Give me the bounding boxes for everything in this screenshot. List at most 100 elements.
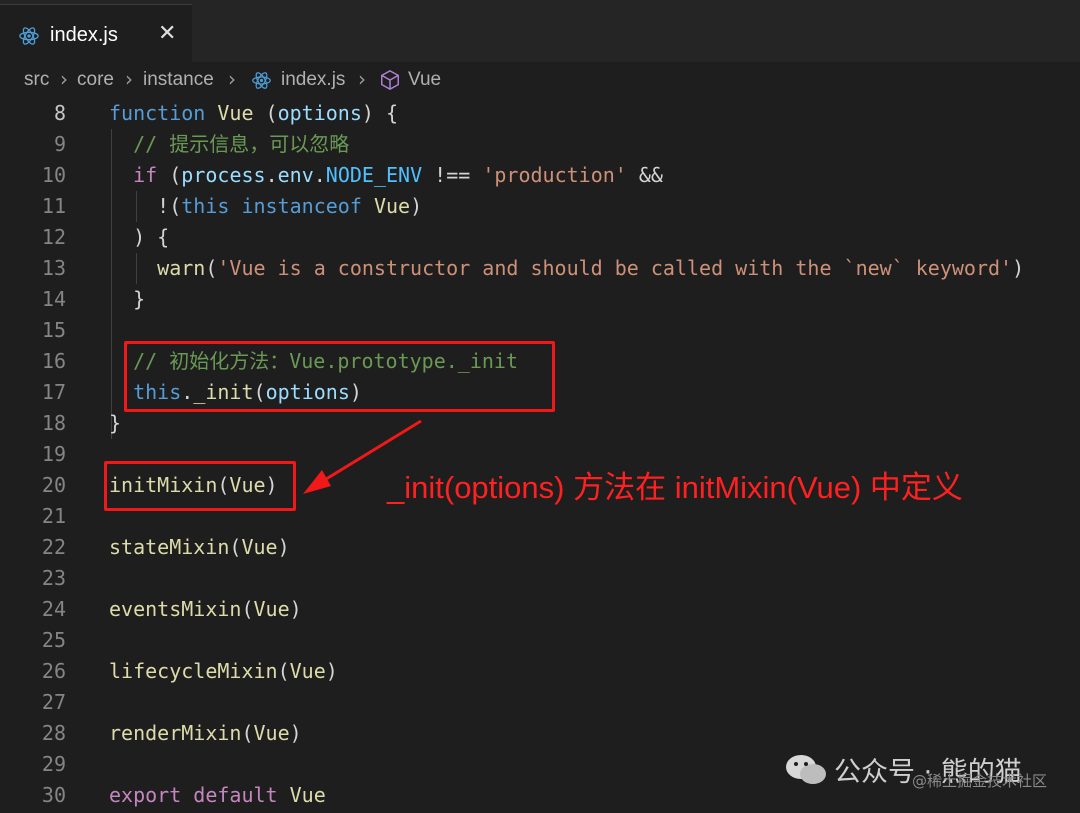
code-token: Vue xyxy=(289,659,326,683)
code-line[interactable]: 12 ) { xyxy=(0,222,1080,253)
code-line[interactable]: 18} xyxy=(0,408,1080,439)
code-token: env xyxy=(277,163,314,187)
chevron-right-icon: › xyxy=(60,67,68,91)
react-icon xyxy=(19,27,39,45)
close-icon[interactable]: ✕ xyxy=(158,21,176,46)
code-line[interactable]: 22 stateMixin(Vue) xyxy=(0,532,1080,563)
code-token: ) { xyxy=(109,225,170,249)
code-text: warn('Vue is a constructor and should be… xyxy=(109,253,1024,284)
code-token: ( xyxy=(229,535,242,559)
code-text: renderMixin(Vue) xyxy=(109,718,302,749)
code-line[interactable]: 25 xyxy=(0,625,1080,656)
line-number: 15 xyxy=(41,318,66,342)
line-number: 19 xyxy=(41,442,66,466)
line-number: 28 xyxy=(41,721,66,745)
code-token: ) xyxy=(277,535,290,559)
code-line[interactable]: 23 xyxy=(0,563,1080,594)
line-number: 14 xyxy=(41,287,66,311)
wechat-icon xyxy=(786,755,826,784)
code-text: if (process.env.NODE_ENV !== 'production… xyxy=(109,160,663,191)
line-number: 9 xyxy=(53,132,66,156)
breadcrumb-item-file[interactable]: index.js xyxy=(281,69,345,91)
line-number: 20 xyxy=(41,473,66,497)
line-number: 11 xyxy=(41,194,66,218)
code-line[interactable]: 11 !(this instanceof Vue) xyxy=(0,191,1080,222)
code-token: if xyxy=(133,163,158,187)
code-token: 'production' xyxy=(482,163,627,187)
code-token: Vue xyxy=(253,597,290,621)
code-token: !( xyxy=(109,194,182,218)
annotation-text: _init(options) 方法在 initMixin(Vue) 中定义 xyxy=(387,470,963,505)
breadcrumb-item-src[interactable]: src xyxy=(24,69,49,91)
code-token: ( xyxy=(241,597,254,621)
code-token: Vue xyxy=(289,783,326,807)
code-line[interactable]: 8 function Vue (options) { xyxy=(0,98,1080,129)
tab-index-js[interactable]: index.js ✕ xyxy=(0,4,192,63)
line-number: 29 xyxy=(41,752,66,776)
code-line[interactable]: 10 if (process.env.NODE_ENV !== 'product… xyxy=(0,160,1080,191)
code-line[interactable]: 13 warn('Vue is a constructor and should… xyxy=(0,253,1080,284)
watermark-subtext: @稀土掘金技术社区 xyxy=(912,772,1048,790)
line-number: 22 xyxy=(41,535,66,559)
line-number: 24 xyxy=(41,597,66,621)
code-token: . xyxy=(265,163,278,187)
code-line[interactable]: 14 } xyxy=(0,284,1080,315)
code-text: } xyxy=(109,284,145,315)
code-token: 'Vue is a constructor and should be call… xyxy=(217,256,1013,280)
code-text: // 提示信息，可以忽略 xyxy=(109,129,349,160)
code-text: function Vue (options) { xyxy=(109,98,398,129)
code-token: ) xyxy=(410,194,423,218)
code-line[interactable]: 27 xyxy=(0,687,1080,718)
line-number: 12 xyxy=(41,225,66,249)
breadcrumb: src › core › instance › index.js › Vue xyxy=(0,62,1080,100)
code-token: NODE_ENV xyxy=(325,163,423,187)
code-token: ( xyxy=(205,256,218,280)
code-line[interactable]: 9 // 提示信息，可以忽略 xyxy=(0,129,1080,160)
tab-label: index.js xyxy=(50,24,118,46)
code-line[interactable]: 24 eventsMixin(Vue) xyxy=(0,594,1080,625)
code-line[interactable]: 28 renderMixin(Vue) xyxy=(0,718,1080,749)
breadcrumb-item-core[interactable]: core xyxy=(77,69,114,91)
code-token: warn xyxy=(157,256,206,280)
line-number: 27 xyxy=(41,690,66,714)
code-token: Vue xyxy=(217,101,254,125)
code-line[interactable]: 26 lifecycleMixin(Vue) xyxy=(0,656,1080,687)
code-token: options xyxy=(277,101,362,125)
code-token: ) xyxy=(289,597,302,621)
line-number: 30 xyxy=(41,783,66,807)
line-number: 18 xyxy=(41,411,66,435)
line-number: 16 xyxy=(41,349,66,373)
code-text: ) { xyxy=(109,222,169,253)
code-token: . xyxy=(313,163,326,187)
code-token: && xyxy=(626,163,663,187)
line-number: 25 xyxy=(41,628,66,652)
code-token: ) xyxy=(289,721,302,745)
code-text: !(this instanceof Vue) xyxy=(109,191,422,222)
cube-icon xyxy=(381,69,399,91)
breadcrumb-item-instance[interactable]: instance xyxy=(143,69,214,91)
line-number: 21 xyxy=(41,504,66,528)
code-token: this xyxy=(181,194,230,218)
line-number: 8 xyxy=(53,101,66,125)
line-number: 23 xyxy=(41,566,66,590)
code-token: ) xyxy=(1012,256,1025,280)
code-editor[interactable]: 8 function Vue (options) {9 // 提示信息，可以忽略 1… xyxy=(0,98,1080,813)
chevron-right-icon: › xyxy=(358,67,366,91)
code-token: export xyxy=(109,783,182,807)
line-number: 17 xyxy=(41,380,66,404)
line-number: 26 xyxy=(41,659,66,683)
code-text: export default Vue xyxy=(109,780,326,811)
highlight-box-init-call xyxy=(124,341,555,412)
code-token: !== xyxy=(422,163,483,187)
code-token: ) { xyxy=(361,101,399,125)
code-text: eventsMixin(Vue) xyxy=(109,594,302,625)
chevron-right-icon: › xyxy=(228,67,236,91)
breadcrumb-item-symbol[interactable]: Vue xyxy=(408,69,441,91)
line-number: 13 xyxy=(41,256,66,280)
